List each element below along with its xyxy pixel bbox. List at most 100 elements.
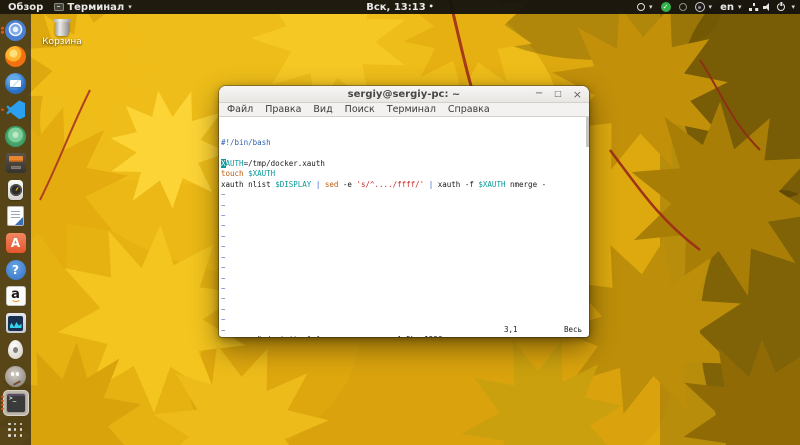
keyboard-layout-label: en xyxy=(720,1,734,13)
editor-empty-line: ~ xyxy=(221,221,226,231)
running-indicator xyxy=(1,108,4,112)
vim-file-info: "~/.xinitrc" [только для чтения] 5L, 123… xyxy=(257,335,442,337)
dock-item-gimp[interactable] xyxy=(0,364,31,388)
chevron-down-icon: ▾ xyxy=(708,3,713,11)
editor-empty-line: ~ xyxy=(221,252,226,262)
editor-empty-line: ~ xyxy=(221,273,226,283)
volume-icon xyxy=(763,3,772,11)
thunderbird-icon xyxy=(5,72,26,94)
editor-empty-line: ~ xyxy=(221,190,226,200)
editor-line: XAUTH=/tmp/docker.xauth xyxy=(221,158,325,168)
terminal-app-icon xyxy=(54,3,65,11)
dock-item-vscode[interactable] xyxy=(0,98,31,122)
chromium-icon xyxy=(5,19,26,41)
editor-empty-line: ~ xyxy=(221,294,226,304)
dock-item-writer[interactable] xyxy=(0,204,31,228)
window-controls: − □ × xyxy=(535,86,582,102)
dock-item-terminal[interactable]: >_ xyxy=(0,389,31,416)
dock-item-firefox[interactable] xyxy=(0,45,31,69)
trash-label: Корзина xyxy=(42,37,82,47)
window-titlebar[interactable]: sergiy@sergiy-pc: ~ − □ × xyxy=(219,86,589,103)
editor-empty-line: ~ xyxy=(221,210,226,220)
vscode-icon xyxy=(6,100,25,120)
show-applications-button[interactable] xyxy=(0,420,31,440)
editor-line: touch $XAUTH xyxy=(221,169,276,179)
tray-indicator-app[interactable]: ▾ xyxy=(694,2,713,12)
green-sphere-icon xyxy=(5,126,26,148)
maximize-button[interactable]: □ xyxy=(554,90,562,98)
dock-item-help[interactable]: ? xyxy=(0,258,31,282)
tray-app-icon xyxy=(694,2,705,12)
window-title: sergiy@sergiy-pc: ~ xyxy=(347,88,461,100)
circle-outline-icon xyxy=(678,3,687,11)
tray-indicator-check[interactable]: ✓ xyxy=(660,2,671,12)
dock-item-software[interactable]: A xyxy=(0,231,31,255)
dock-items: A? a >_ xyxy=(0,18,31,416)
system-monitor-icon xyxy=(5,313,26,334)
keyboard-layout-indicator[interactable]: en ▾ xyxy=(720,2,741,13)
desktop: Корзина sergiy@sergiy-pc: ~ − □ × Файл Пр… xyxy=(0,0,800,445)
tray-indicator-circle-2[interactable] xyxy=(678,3,687,11)
editor-empty-line: ~ xyxy=(221,231,226,241)
close-button[interactable]: × xyxy=(573,89,582,100)
scrollbar[interactable] xyxy=(586,117,589,147)
editor-empty-line: ~ xyxy=(221,284,226,294)
dock-item-file-drawer[interactable] xyxy=(0,151,31,175)
activities-button[interactable]: Обзор xyxy=(8,2,43,13)
file-drawer-icon xyxy=(5,153,26,174)
dock-item-green-app[interactable] xyxy=(0,125,31,149)
vim-buffer: #!/bin/bash XAUTH=/tmp/docker.xauth touch… xyxy=(219,138,589,337)
green-check-icon: ✓ xyxy=(660,2,671,12)
help-icon: ? xyxy=(5,259,26,280)
editor-empty-line: ~ xyxy=(221,242,226,252)
chevron-down-icon: ▾ xyxy=(128,3,132,11)
terminal-window: sergiy@sergiy-pc: ~ − □ × Файл Правка Вид П… xyxy=(219,86,589,337)
dock-item-egg-app[interactable] xyxy=(0,338,31,362)
editor-empty-line: ~ xyxy=(221,304,226,314)
gimp-icon xyxy=(5,365,26,387)
power-icon xyxy=(777,3,786,11)
editor-empty-line: ~ xyxy=(221,200,226,210)
menu-item[interactable]: Правка xyxy=(259,104,307,115)
chevron-down-icon: ▾ xyxy=(649,3,653,11)
firefox-icon xyxy=(5,46,26,68)
egg-icon xyxy=(8,340,23,360)
editor-line: xauth nlist $DISPLAY | sed -e 's/^..../f… xyxy=(221,179,547,189)
dock: A? a >_ xyxy=(0,14,31,445)
amazon-icon: a xyxy=(5,286,26,307)
libreoffice-writer-icon xyxy=(7,206,24,227)
ubuntu-software-icon: A xyxy=(5,233,26,254)
trash-icon xyxy=(53,18,71,36)
circle-outline-icon xyxy=(637,3,646,11)
dock-item-thunderbird[interactable] xyxy=(0,71,31,95)
menu-item[interactable]: Файл xyxy=(221,104,259,115)
dock-item-system-monitor[interactable] xyxy=(0,311,31,335)
menu-item[interactable]: Поиск xyxy=(339,104,381,115)
top-bar: Обзор Терминал ▾ Вск, 13:13 • ▾ ✓ ▾ en ▾… xyxy=(0,0,800,14)
dock-item-chromium[interactable] xyxy=(0,18,31,42)
vim-editor[interactable]: #!/bin/bash XAUTH=/tmp/docker.xauth touch… xyxy=(219,117,589,337)
menu-item[interactable]: Вид xyxy=(307,104,338,115)
minimize-button[interactable]: − xyxy=(535,89,543,99)
apps-grid-icon xyxy=(8,422,23,438)
vim-scroll-position: Весь xyxy=(563,324,582,334)
dock-item-clock-app[interactable] xyxy=(0,178,31,202)
terminal-icon: >_ xyxy=(5,392,26,413)
tray-indicator-circle[interactable]: ▾ xyxy=(637,3,653,11)
editor-empty-line: ~ xyxy=(221,263,226,273)
chevron-down-icon: ▾ xyxy=(737,3,742,11)
editor-line: #!/bin/bash xyxy=(221,137,271,147)
app-menu[interactable]: Терминал ▾ xyxy=(54,1,132,13)
dock-item-amazon[interactable]: a xyxy=(0,284,31,308)
running-indicator xyxy=(1,26,4,34)
terminal-menubar: Файл Правка Вид Поиск Терминал Справка xyxy=(219,103,589,117)
menu-item[interactable]: Терминал xyxy=(381,104,442,115)
menu-item[interactable]: Справка xyxy=(442,104,496,115)
system-menu[interactable]: ▾ xyxy=(749,3,795,11)
clock-button[interactable]: Вск, 13:13 • xyxy=(366,0,434,14)
clock-label: Вск, 13:13 xyxy=(366,1,426,13)
notification-dot: • xyxy=(428,2,434,11)
trash[interactable]: Корзина xyxy=(40,18,84,47)
app-menu-label: Терминал xyxy=(67,1,125,13)
